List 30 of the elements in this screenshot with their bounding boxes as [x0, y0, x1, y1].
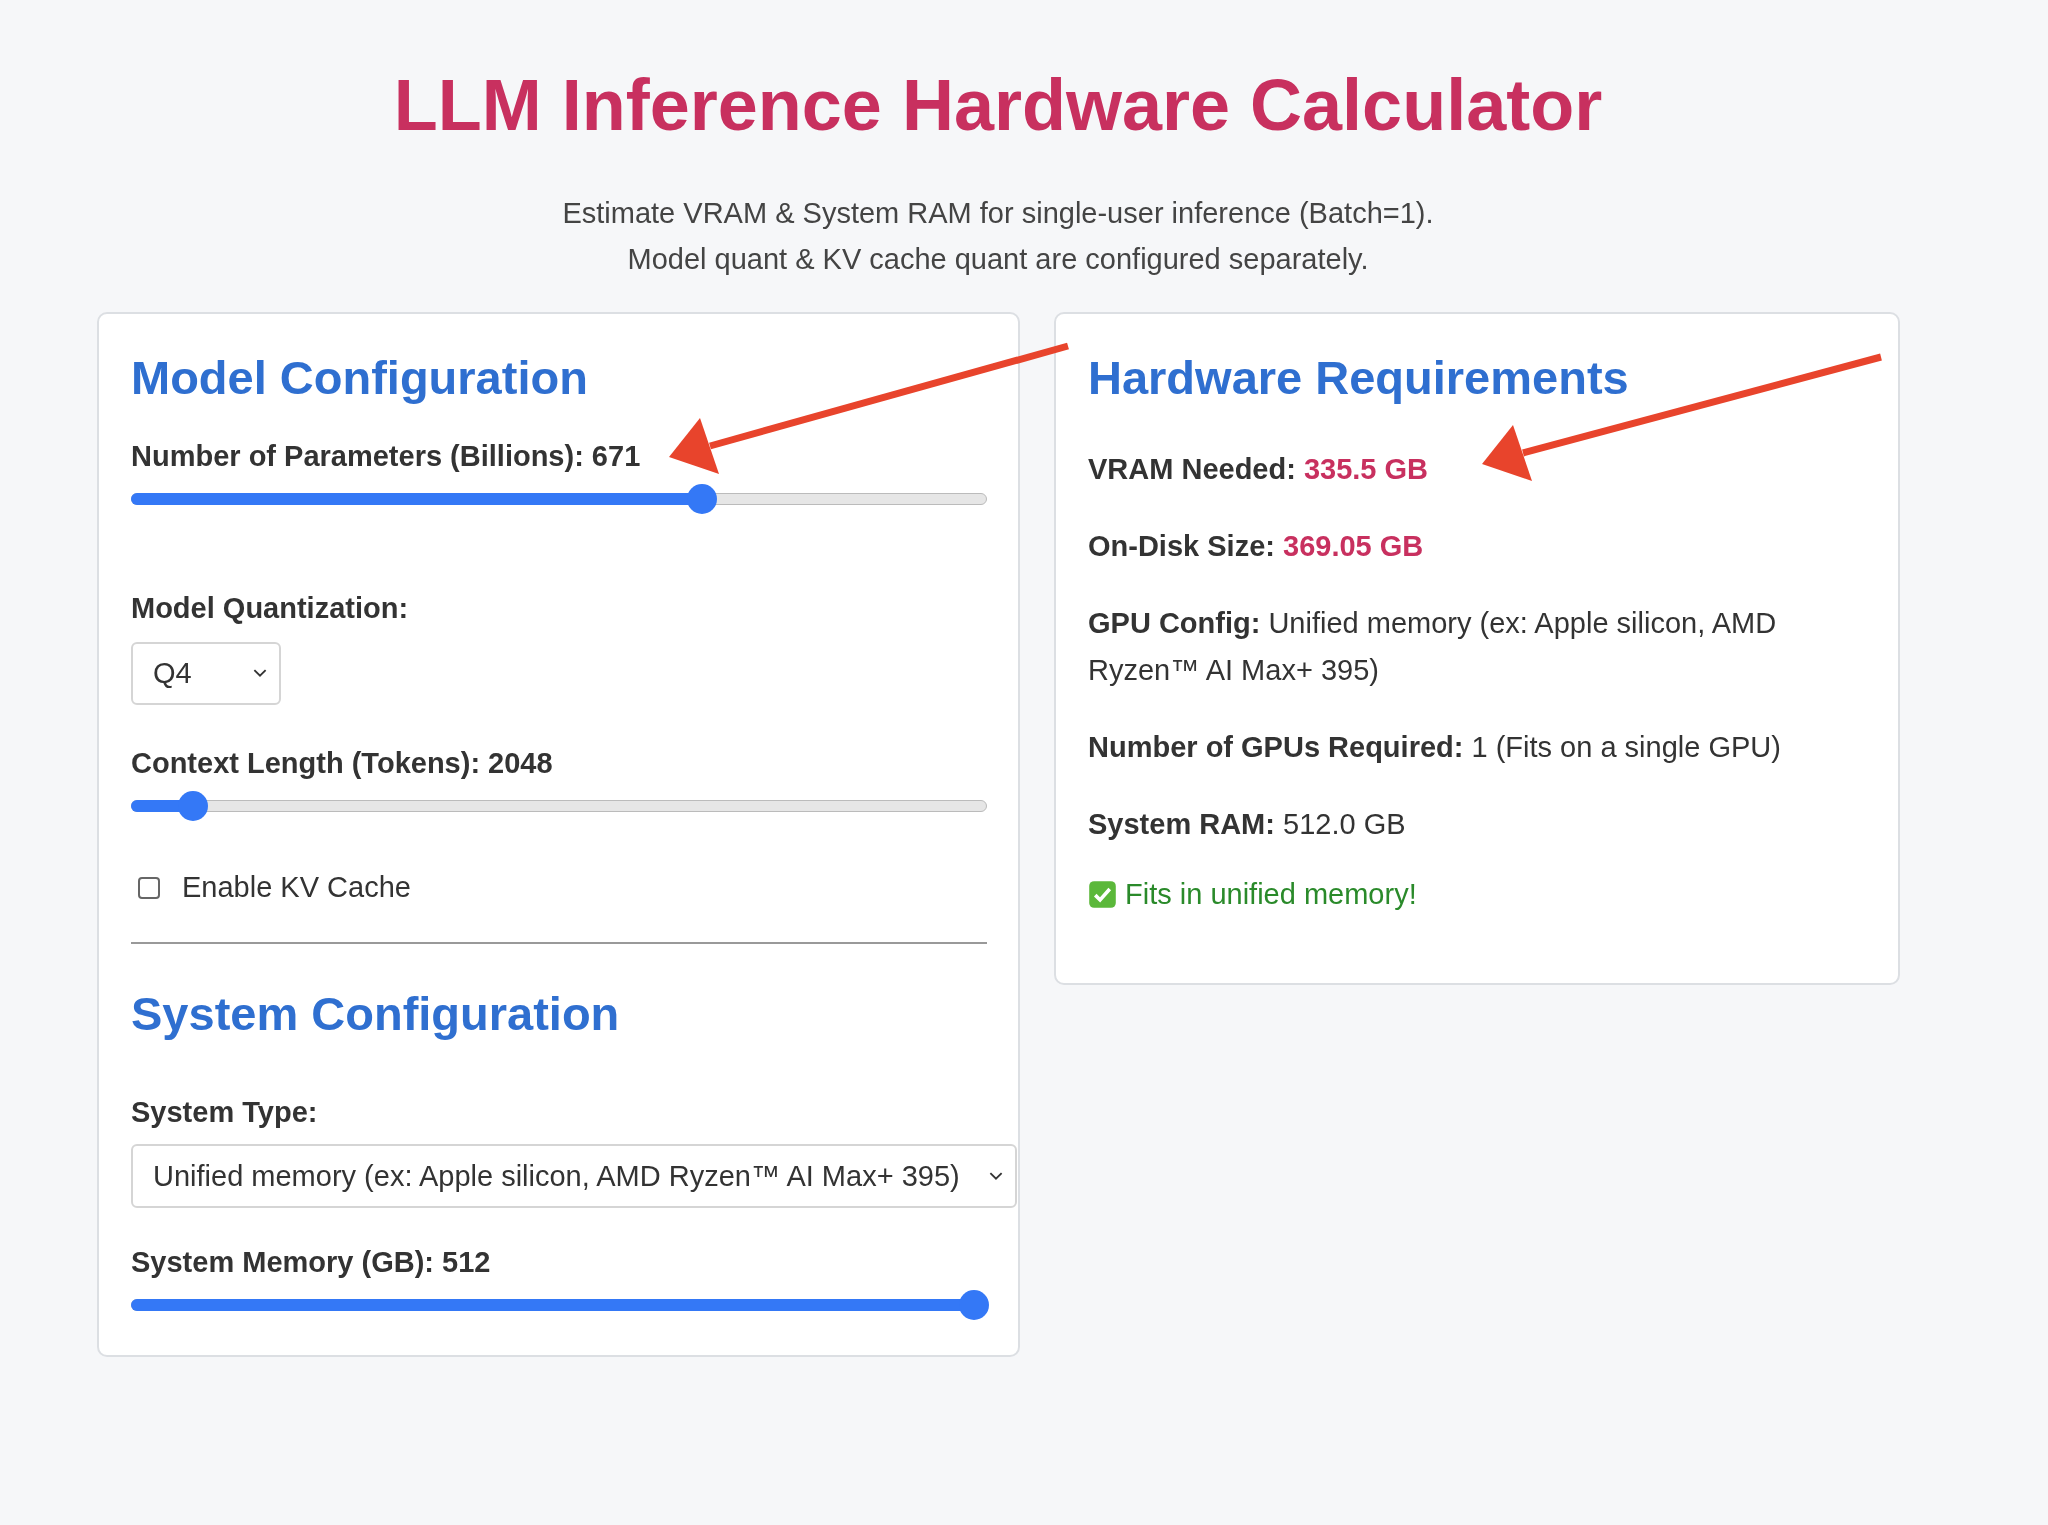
- section-heading: Hardware Requirements: [1088, 350, 1630, 406]
- parameters-label: Number of Parameters (Billions): 671: [131, 439, 642, 474]
- context-length-slider[interactable]: [131, 791, 987, 821]
- section-heading: System Configuration: [131, 986, 621, 1042]
- kv-cache-label: Enable KV Cache: [182, 871, 411, 904]
- quantization-label: Model Quantization:: [131, 591, 410, 626]
- context-length-label: Context Length (Tokens): 2048: [131, 746, 554, 781]
- status-text: Fits in unified memory!: [1125, 878, 1417, 911]
- subtitle-text: Estimate VRAM & System RAM for single-user inference (Batch=1).: [561, 196, 1435, 231]
- page-title: LLM Inference Hardware Calculator: [392, 64, 1604, 147]
- result-text: VRAM Needed: 335.5 GB: [1088, 452, 1430, 487]
- kv-cache-checkbox[interactable]: [138, 876, 160, 899]
- chevron-down-icon: [253, 669, 267, 678]
- system-memory-label: System Memory (GB): 512: [131, 1245, 492, 1280]
- system-type-label: System Type:: [131, 1095, 319, 1130]
- quantization-dropdown[interactable]: Q4: [131, 642, 281, 705]
- result-text: GPU Config: Unified memory (ex: Apple silicon, AMD Ryzen™ AI Max+ 395): [1088, 606, 1778, 688]
- parameters-slider[interactable]: [131, 484, 987, 514]
- system-memory-slider[interactable]: [131, 1290, 987, 1320]
- subtitle-text: Model quant & KV cache quant are configured separately.: [626, 242, 1370, 277]
- slider-thumb[interactable]: [686, 484, 717, 514]
- chevron-down-icon: [989, 1171, 1003, 1181]
- check-icon: [1088, 880, 1117, 909]
- result-text: Number of GPUs Required: 1 (Fits on a single GPU): [1088, 730, 1782, 765]
- result-text: On-Disk Size: 369.05 GB: [1088, 529, 1425, 564]
- section-heading: Model Configuration: [131, 350, 589, 406]
- system-type-dropdown[interactable]: Unified memory (ex: Apple silicon, AMD Ryzen™ AI Max+ 395): [131, 1144, 1017, 1208]
- slider-thumb[interactable]: [178, 791, 209, 821]
- slider-thumb[interactable]: [959, 1290, 990, 1320]
- result-text: System RAM: 512.0 GB: [1088, 807, 1407, 842]
